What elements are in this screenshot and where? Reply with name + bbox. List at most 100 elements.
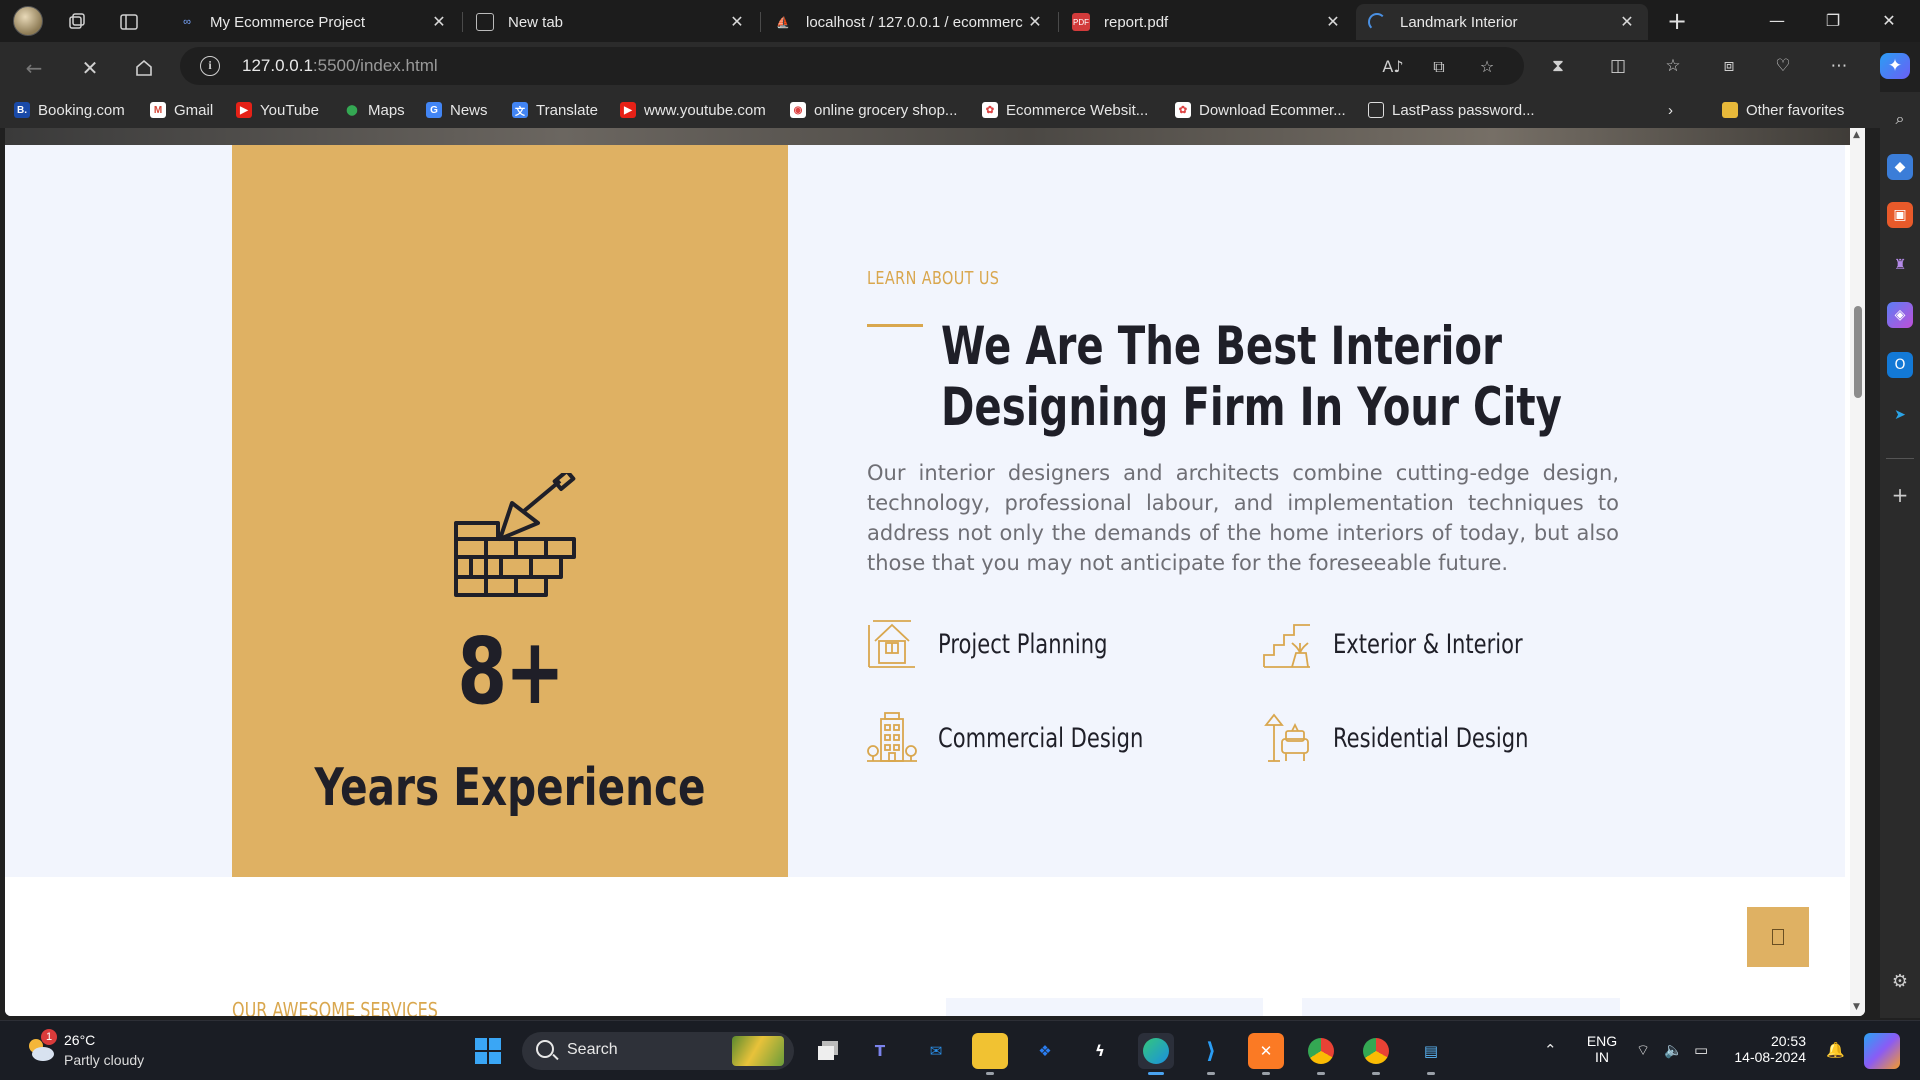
office-building-icon — [867, 712, 917, 762]
scroll-up-arrow-icon[interactable]: ▲ — [1853, 130, 1860, 140]
maps-icon: ⬤ — [346, 104, 358, 116]
tab-phpmyadmin[interactable]: ⛵ localhost / 127.0.0.1 / ecommerc ✕ — [762, 4, 1056, 40]
copilot-icon[interactable]: ✦ — [1880, 53, 1910, 79]
battery-icon[interactable]: ▭ — [1694, 1041, 1708, 1059]
windows-start-icon[interactable] — [470, 1033, 506, 1069]
favorites-icon[interactable]: ☆ — [1660, 53, 1686, 79]
app-bolt-icon[interactable]: ϟ — [1082, 1033, 1118, 1069]
telegram-icon[interactable]: ➤ — [1887, 402, 1913, 428]
wifi-icon[interactable]: ⌔ — [1636, 1041, 1650, 1060]
back-to-top-button[interactable] — [1747, 907, 1809, 967]
file-explorer-icon[interactable] — [972, 1033, 1008, 1075]
close-icon[interactable]: ✕ — [728, 12, 746, 32]
xampp-icon[interactable]: ✕ — [1248, 1033, 1284, 1075]
mail-icon[interactable]: ✉ — [918, 1033, 954, 1069]
language-indicator[interactable]: ENG IN — [1582, 1033, 1622, 1065]
bookmark-translate[interactable]: 文 Translate — [512, 99, 598, 121]
experience-label: Years Experience — [314, 758, 706, 818]
app-available-icon[interactable]: ⧉ — [1428, 56, 1450, 78]
bookmark-youtube[interactable]: ▶ YouTube — [236, 99, 319, 121]
search-icon[interactable]: ⌕ — [1887, 106, 1913, 132]
close-window-icon[interactable]: ✕ — [1874, 8, 1904, 34]
close-icon[interactable]: ✕ — [1324, 12, 1342, 32]
minimize-icon[interactable]: — — [1762, 8, 1792, 34]
vscode-icon[interactable]: ⟩ — [1193, 1033, 1229, 1075]
bookmark-download-ecommerce[interactable]: ✿ Download Ecommer... — [1175, 99, 1346, 121]
settings-gear-icon[interactable]: ⚙ — [1887, 968, 1913, 994]
chrome-profile-icon[interactable] — [1303, 1033, 1339, 1075]
bookmark-booking[interactable]: B. Booking.com — [14, 99, 125, 121]
stop-loading-icon[interactable]: ✕ — [76, 54, 104, 82]
tab-new-tab[interactable]: New tab ✕ — [464, 4, 758, 40]
site-info-icon[interactable]: i — [200, 56, 220, 76]
restore-icon[interactable]: ❐ — [1818, 8, 1848, 34]
show-hidden-icons-chevron-icon[interactable]: ⌃ — [1544, 1041, 1557, 1059]
collections-icon[interactable]: ⧈ — [1716, 53, 1742, 79]
workspaces-icon[interactable] — [64, 9, 90, 35]
notepad-icon[interactable]: ▤ — [1413, 1033, 1449, 1075]
split-screen-icon[interactable]: ◫ — [1605, 53, 1631, 79]
more-menu-icon[interactable]: ⋯ — [1826, 53, 1852, 79]
weather-description[interactable]: Partly cloudy — [64, 1052, 144, 1068]
tab-report-pdf[interactable]: PDF report.pdf ✕ — [1060, 4, 1354, 40]
feature-label: Exterior & Interior — [1333, 628, 1523, 660]
close-icon[interactable]: ✕ — [430, 12, 448, 32]
clock[interactable]: 20:53 14-08-2024 — [1730, 1033, 1806, 1065]
folder-icon — [1722, 102, 1738, 118]
bookmark-news[interactable]: G News — [426, 99, 488, 121]
taskbar-search[interactable]: Search — [522, 1032, 794, 1070]
bookmarks-overflow-chevron-icon[interactable]: › — [1668, 99, 1673, 121]
outlook-icon[interactable]: O — [1887, 352, 1913, 378]
dropbox-icon[interactable]: ❖ — [1027, 1033, 1063, 1069]
tab-landmark-interior[interactable]: Landmark Interior ✕ — [1356, 4, 1648, 40]
browser-tab-bar: ∞ My Ecommerce Project ✕ New tab ✕ ⛵ loc… — [0, 0, 1920, 42]
new-tab-icon[interactable]: + — [1662, 8, 1692, 34]
scroll-down-arrow-icon[interactable]: ▼ — [1853, 1002, 1860, 1012]
scroll-thumb[interactable] — [1854, 306, 1862, 398]
edge-icon[interactable] — [1138, 1033, 1174, 1075]
games-icon[interactable]: ♜ — [1887, 252, 1913, 278]
close-icon[interactable]: ✕ — [1618, 12, 1636, 32]
page-scrollbar[interactable]: ▲ ▼ — [1850, 128, 1865, 1016]
bookmark-maps[interactable]: ⬤ Maps — [344, 99, 404, 121]
add-icon[interactable]: + — [1887, 482, 1913, 508]
search-icon — [536, 1040, 554, 1058]
feature-label: Project Planning — [938, 628, 1108, 660]
address-bar[interactable]: i 127.0.0.1:5500/index.html A♪ ⧉ ☆ — [180, 47, 1524, 85]
volume-icon[interactable]: 🔈 — [1664, 1041, 1683, 1059]
shopping-tag-icon[interactable]: ◆ — [1887, 154, 1913, 180]
youtube-icon: ▶ — [236, 102, 252, 118]
profile-avatar[interactable] — [13, 6, 43, 36]
arrow-up-icon — [1772, 929, 1784, 945]
copilot-taskbar-icon[interactable] — [1864, 1033, 1900, 1069]
read-aloud-icon[interactable]: A♪ — [1382, 56, 1404, 78]
document-icon — [1368, 102, 1384, 118]
extensions-icon[interactable]: ⧗ — [1545, 53, 1571, 79]
bookmark-online-grocery[interactable]: ◉ online grocery shop... — [790, 99, 957, 121]
home-icon[interactable] — [130, 54, 158, 82]
task-view-icon[interactable] — [810, 1033, 846, 1069]
tab-my-ecommerce-project[interactable]: ∞ My Ecommerce Project ✕ — [166, 4, 460, 40]
browser-essentials-icon[interactable]: ♡ — [1770, 53, 1796, 79]
bookmark-youtube-url[interactable]: ▶ www.youtube.com — [620, 99, 766, 121]
bookmark-gmail[interactable]: M Gmail — [150, 99, 213, 121]
notification-bell-icon[interactable]: 🔔 — [1826, 1041, 1845, 1059]
tools-icon[interactable]: ▣ — [1887, 202, 1913, 228]
url-text[interactable]: 127.0.0.1:5500/index.html — [242, 56, 438, 76]
staircase-plant-icon — [1263, 624, 1310, 668]
bookmark-lastpass[interactable]: LastPass password... — [1368, 99, 1535, 121]
vertical-tabs-icon[interactable] — [116, 9, 142, 35]
news-icon: G — [426, 102, 442, 118]
teams-icon[interactable]: T — [862, 1033, 898, 1069]
bookmark-ecommerce-website[interactable]: ✿ Ecommerce Websit... — [982, 99, 1148, 121]
weather-temperature[interactable]: 26°C — [64, 1032, 95, 1048]
m365-icon[interactable]: ◈ — [1887, 302, 1913, 328]
close-icon[interactable]: ✕ — [1026, 12, 1044, 32]
back-arrow-icon[interactable]: ← — [20, 54, 48, 82]
favorite-star-icon[interactable]: ☆ — [1476, 56, 1498, 78]
feature-exterior-interior: Exterior & Interior — [1262, 616, 1576, 672]
bookmarks-bar: B. Booking.com M Gmail ▶ YouTube ⬤ Maps G New… — [0, 92, 1880, 128]
loading-icon — [1368, 13, 1386, 31]
bookmark-other-favorites[interactable]: Other favorites — [1722, 99, 1844, 121]
chrome-profile-icon[interactable] — [1358, 1033, 1394, 1075]
